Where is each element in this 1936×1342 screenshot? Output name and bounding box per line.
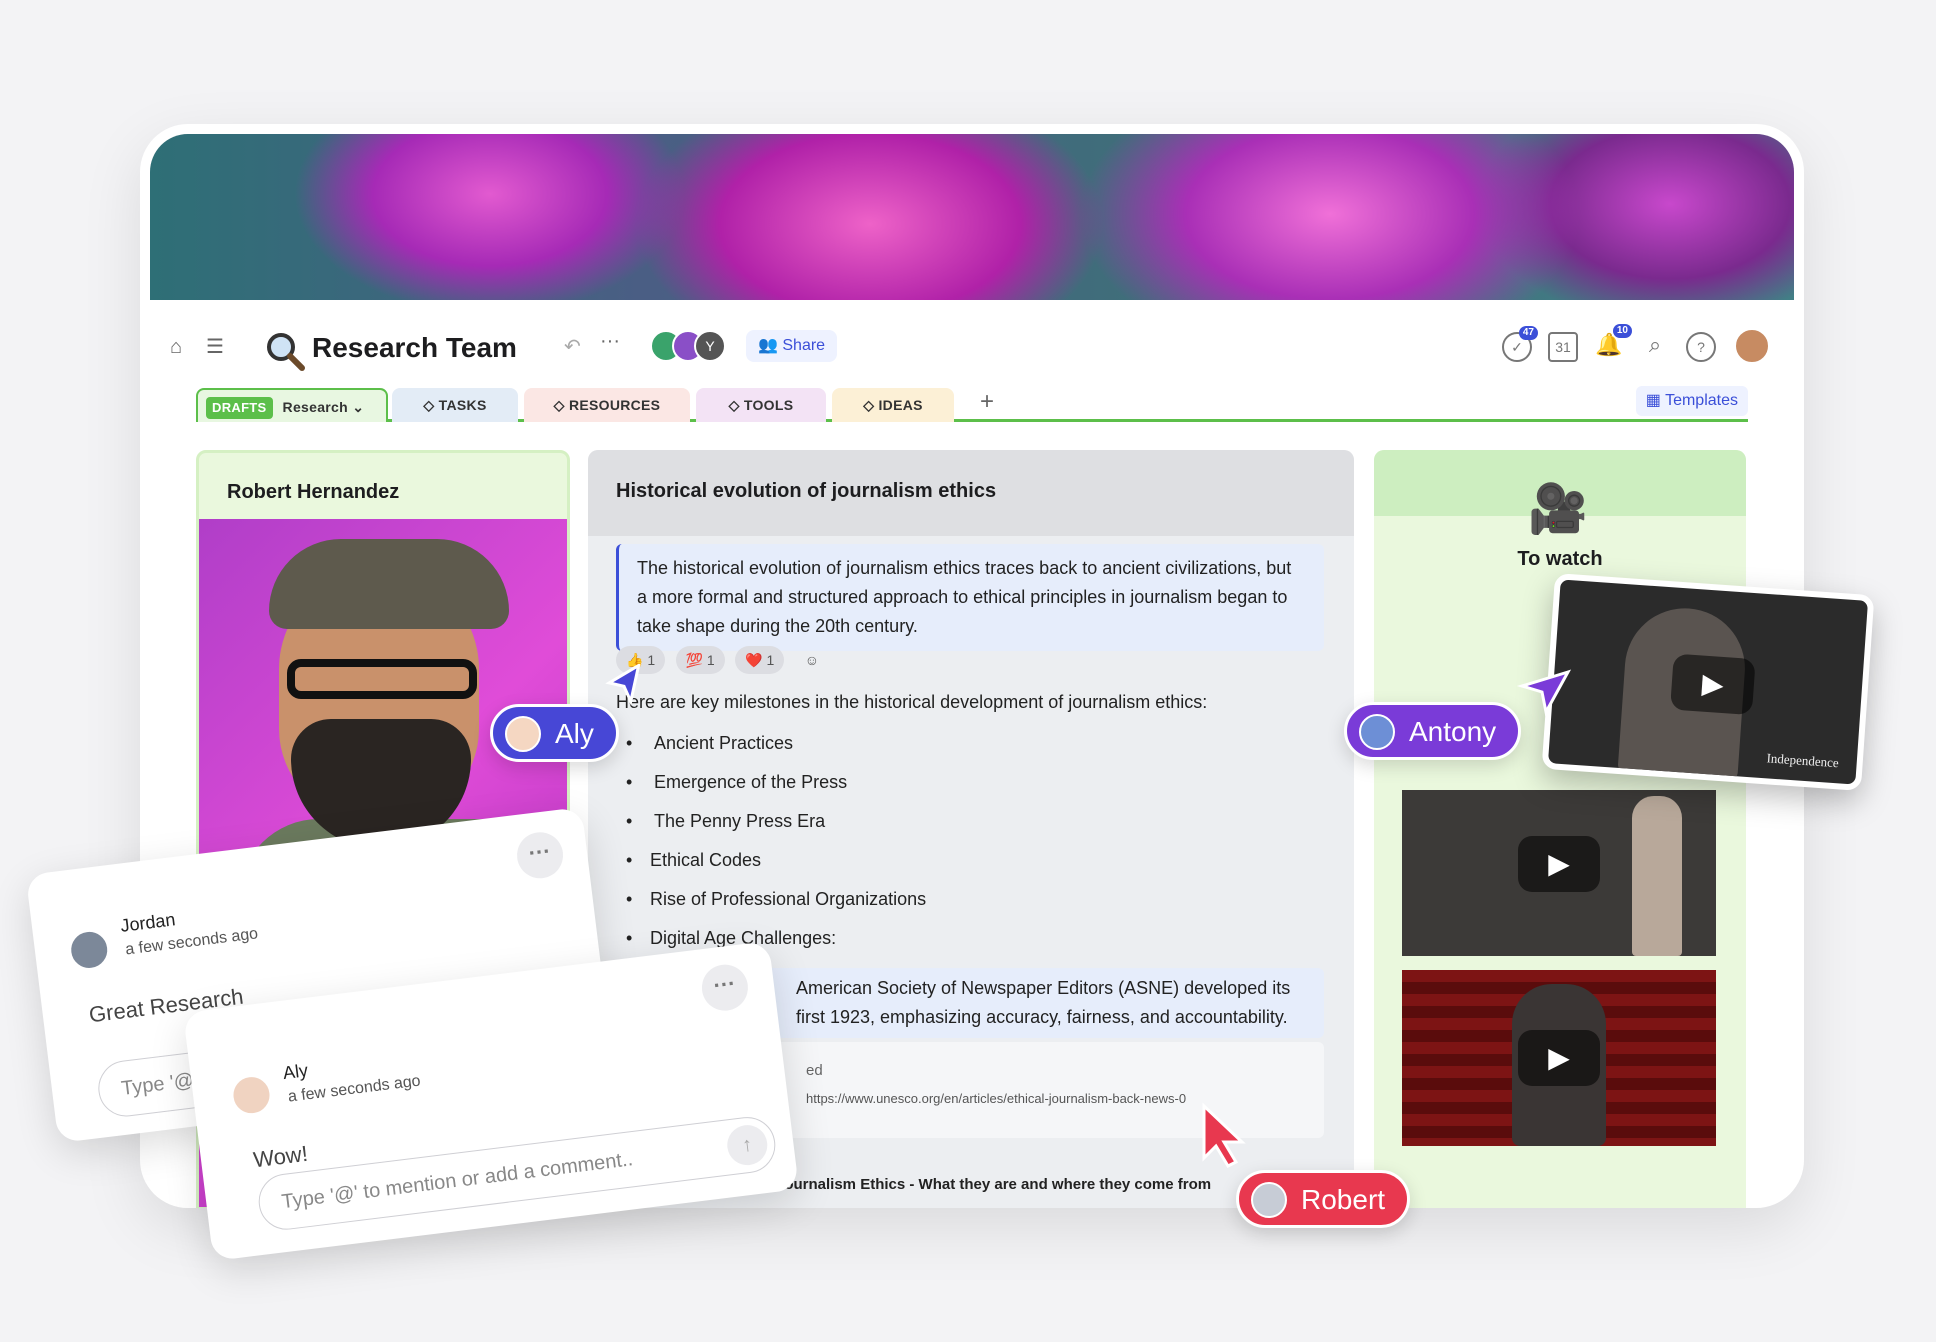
article-title: Historical evolution of journalism ethic…: [588, 450, 1354, 536]
video-title[interactable]: Journalism Ethics - What they are and wh…: [776, 1176, 1211, 1193]
movie-camera-icon: 🎥: [1528, 483, 1588, 536]
portrait-shape: [287, 659, 477, 699]
toolbar: ⌂ ☰ Research Team ↶ ··· Y 👥 Share ✓ 47 31…: [160, 320, 1784, 376]
page-title: Research Team: [312, 332, 517, 363]
list-item: Emergence of the Press: [616, 767, 926, 806]
tab-resources[interactable]: ◇ RESOURCES: [524, 388, 690, 422]
video-caption: Independence: [1766, 750, 1840, 771]
dragged-video-card[interactable]: ▶ Independence: [1541, 573, 1875, 791]
avatar: [505, 716, 541, 752]
cursor-tag-robert: Robert: [1236, 1170, 1411, 1228]
comment-author: Jordan: [119, 909, 177, 936]
avatar: [229, 1072, 274, 1118]
add-tab-icon[interactable]: +: [980, 388, 994, 416]
cursor-icon: [1516, 669, 1572, 716]
video-thumbnail[interactable]: ▶: [1402, 790, 1716, 956]
templates-label: Templates: [1665, 392, 1738, 409]
cursor-icon: [1202, 1102, 1246, 1168]
diamond-icon: ◇: [728, 397, 744, 413]
tab-bar: DRAFTS Research ⌄ ◇ TASKS ◇ RESOURCES ◇ T…: [196, 386, 1748, 422]
cursor-tag-antony: Antony: [1344, 702, 1522, 760]
profile-name: Robert Hernandez: [227, 481, 400, 503]
share-label: Share: [782, 337, 826, 354]
avatar: [66, 927, 112, 973]
cursor-tag-aly: Aly: [490, 704, 619, 762]
help-icon[interactable]: ?: [1686, 332, 1716, 362]
comment-input[interactable]: Type '@' to mention or add a comment..: [255, 1113, 779, 1233]
play-icon[interactable]: ▶: [1669, 653, 1756, 716]
comment-text: Wow!: [251, 1140, 310, 1173]
notification-badge: 10: [1612, 324, 1632, 338]
portrait-shape: [269, 539, 509, 629]
search-icon[interactable]: ⌕: [1640, 332, 1670, 362]
diamond-icon: ◇: [863, 397, 879, 413]
users-icon: 👥: [758, 337, 783, 354]
user-avatar[interactable]: [1734, 328, 1770, 364]
video-thumbnail[interactable]: ▶: [1402, 970, 1716, 1146]
diamond-icon: ◇: [553, 397, 569, 413]
tab-label: TOOLS: [743, 397, 794, 413]
list-item: The Penny Press Era: [616, 806, 926, 845]
cursor-name: Antony: [1409, 716, 1497, 747]
more-options-button[interactable]: ···: [699, 962, 751, 1014]
more-options-button[interactable]: ···: [514, 829, 566, 881]
grid-icon: ▦: [1645, 392, 1666, 409]
avatar: [1251, 1182, 1287, 1218]
comment-author: Aly: [281, 1060, 310, 1084]
tab-tasks[interactable]: ◇ TASKS: [392, 388, 518, 422]
check-icon[interactable]: ✓ 47: [1502, 326, 1538, 362]
play-icon[interactable]: ▶: [1518, 1030, 1600, 1086]
reaction-bar: 👍 1 💯 1 ❤️ 1 ☺: [616, 646, 835, 674]
tasks-badge: 47: [1518, 326, 1538, 340]
more-icon[interactable]: ···: [600, 330, 620, 353]
milestone-list: Ancient Practices Emergence of the Press…: [616, 728, 926, 962]
article-intro: Here are key milestones in the historica…: [616, 692, 1208, 712]
tab-label: TASKS: [438, 397, 487, 413]
calendar-icon[interactable]: 31: [1548, 332, 1578, 362]
share-button[interactable]: 👥 Share: [746, 330, 838, 362]
speaker-figure: [1632, 796, 1682, 956]
article-quote: The historical evolution of journalism e…: [616, 544, 1324, 651]
list-item: Ancient Practices: [616, 728, 926, 767]
templates-button[interactable]: ▦ Templates: [1635, 386, 1748, 416]
cover-banner: [150, 134, 1794, 300]
tab-label: RESOURCES: [568, 397, 661, 413]
watch-column: 🎥 To watch ▶ ▶: [1374, 450, 1746, 1208]
list-item: Ethical Codes: [616, 845, 926, 884]
reaction-heart[interactable]: ❤️ 1: [735, 646, 785, 674]
play-icon[interactable]: ▶: [1518, 836, 1600, 892]
tab-label: Research: [282, 399, 348, 415]
link-label: ed: [806, 1062, 823, 1079]
watch-title: To watch: [1517, 548, 1603, 570]
tab-ideas[interactable]: ◇ IDEAS: [832, 388, 954, 422]
tab-research[interactable]: DRAFTS Research ⌄: [196, 388, 388, 422]
avatar: Y: [694, 330, 726, 362]
chevron-down-icon: ⌄: [352, 399, 365, 415]
avatar: [1359, 714, 1395, 750]
bell-icon[interactable]: 🔔 10: [1594, 324, 1632, 362]
undo-icon[interactable]: ↶: [564, 334, 581, 359]
cursor-name: Robert: [1301, 1184, 1386, 1215]
tab-label: IDEAS: [878, 397, 923, 413]
cursor-icon: [605, 664, 641, 707]
drafts-badge: DRAFTS: [206, 397, 273, 419]
list-item: Rise of Professional Organizations: [616, 884, 926, 923]
add-reaction-icon[interactable]: ☺: [795, 646, 829, 674]
diamond-icon: ◇: [423, 397, 439, 413]
reaction-hundred[interactable]: 💯 1: [675, 646, 725, 674]
home-icon[interactable]: ⌂: [170, 336, 182, 359]
magnifier-icon: [267, 333, 305, 371]
menu-icon[interactable]: ☰: [206, 334, 224, 359]
tab-tools[interactable]: ◇ TOOLS: [696, 388, 826, 422]
cursor-name: Aly: [555, 718, 594, 749]
